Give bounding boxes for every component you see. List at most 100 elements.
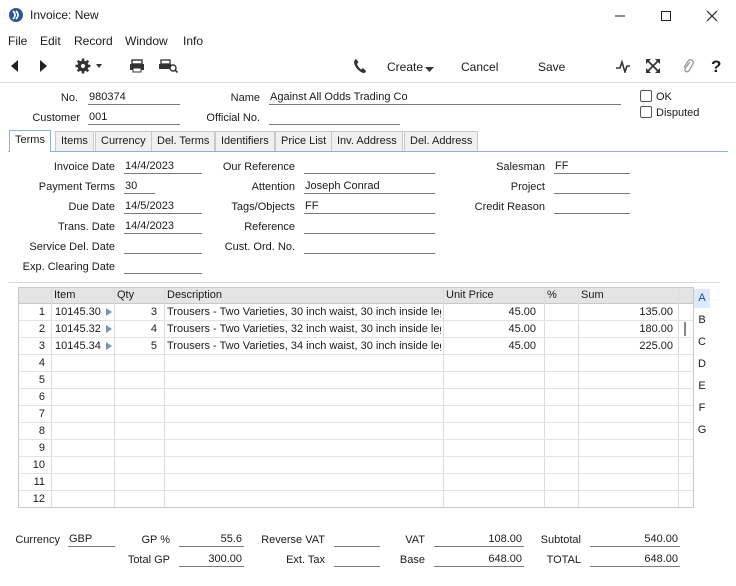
total-field[interactable]: 648.00 bbox=[590, 553, 680, 567]
grid-header-sum[interactable]: Sum bbox=[581, 289, 604, 301]
grid-cell-qty[interactable]: 3 bbox=[117, 306, 157, 318]
close-icon[interactable] bbox=[692, 4, 732, 28]
table-row[interactable]: 8 bbox=[19, 423, 693, 440]
grid-cell-description[interactable]: Trousers - Two Varieties, 30 inch waist,… bbox=[167, 306, 441, 318]
grid-cell-unit-price[interactable]: 45.00 bbox=[446, 306, 536, 318]
ext-tax-field[interactable] bbox=[334, 553, 380, 567]
minimize-icon[interactable] bbox=[600, 4, 640, 28]
grid-cell-qty[interactable]: 4 bbox=[117, 323, 157, 335]
grid-header-description[interactable]: Description bbox=[167, 289, 222, 301]
grid-cell-item[interactable]: 10145.34 bbox=[55, 340, 105, 352]
grid-cell-sum[interactable]: 180.00 bbox=[581, 323, 673, 335]
gear-icon[interactable] bbox=[75, 58, 105, 77]
project-field[interactable] bbox=[554, 180, 630, 194]
official-no-field[interactable] bbox=[269, 111, 400, 125]
grid-header-unit-price[interactable]: Unit Price bbox=[446, 289, 494, 301]
grid-side-tab-a[interactable]: A bbox=[694, 289, 710, 308]
forward-arrow-icon[interactable] bbox=[37, 59, 49, 76]
table-row[interactable]: 10 bbox=[19, 457, 693, 474]
our-reference-field[interactable] bbox=[304, 160, 435, 174]
grid-side-tab-b[interactable]: B bbox=[694, 311, 710, 330]
tab-inv-address[interactable]: Inv. Address bbox=[331, 131, 403, 151]
grid-side-tab-d[interactable]: D bbox=[694, 355, 710, 374]
table-row[interactable]: 11 bbox=[19, 474, 693, 491]
subtotal-field[interactable]: 540.00 bbox=[590, 533, 680, 547]
salesman-field[interactable]: FF bbox=[554, 160, 630, 174]
cancel-button[interactable]: Cancel bbox=[461, 60, 498, 74]
menu-record[interactable]: Record bbox=[74, 34, 113, 48]
attention-field[interactable]: Joseph Conrad bbox=[304, 180, 435, 194]
tab-del-address[interactable]: Del. Address bbox=[404, 131, 479, 151]
trans-date-field[interactable]: 14/4/2023 bbox=[124, 220, 202, 234]
tab-del-terms[interactable]: Del. Terms bbox=[151, 131, 216, 151]
table-row[interactable]: 9 bbox=[19, 440, 693, 457]
expand-icon[interactable] bbox=[646, 59, 660, 76]
table-row[interactable]: 6 bbox=[19, 389, 693, 406]
grid-side-tab-g[interactable]: G bbox=[694, 421, 710, 440]
vat-field[interactable]: 108.00 bbox=[434, 533, 524, 547]
grid-header-item[interactable]: Item bbox=[54, 289, 75, 301]
phone-icon[interactable] bbox=[353, 58, 367, 77]
chevron-down-icon[interactable] bbox=[425, 64, 434, 76]
item-lookup-arrow-icon[interactable] bbox=[106, 342, 112, 350]
save-button[interactable]: Save bbox=[538, 60, 565, 74]
grid-header-qty[interactable]: Qty bbox=[117, 289, 134, 301]
tab-price-list[interactable]: Price List bbox=[275, 131, 333, 151]
item-lookup-arrow-icon[interactable] bbox=[106, 325, 112, 333]
attachment-icon[interactable] bbox=[682, 58, 694, 77]
menu-edit[interactable]: Edit bbox=[40, 34, 61, 48]
due-date-field[interactable]: 14/5/2023 bbox=[124, 200, 202, 214]
maximize-icon[interactable] bbox=[646, 4, 686, 28]
grid-cell-unit-price[interactable]: 45.00 bbox=[446, 340, 536, 352]
reference-field[interactable] bbox=[304, 220, 435, 234]
invoice-date-field[interactable]: 14/4/2023 bbox=[124, 160, 202, 174]
activity-icon[interactable] bbox=[616, 59, 630, 76]
table-row[interactable]: 1 10145.30 3 Trousers - Two Varieties, 30 i… bbox=[19, 304, 693, 321]
grid-side-tab-e[interactable]: E bbox=[694, 377, 710, 396]
customer-field[interactable]: 001 bbox=[88, 111, 180, 125]
total-gp-field[interactable]: 300.00 bbox=[179, 553, 244, 567]
items-grid[interactable]: Item Qty Description Unit Price % Sum 11… bbox=[18, 287, 694, 508]
tab-items[interactable]: Items bbox=[55, 131, 94, 151]
payment-terms-field[interactable]: 30 bbox=[124, 180, 155, 194]
create-button[interactable]: Create bbox=[387, 60, 423, 74]
table-row[interactable]: 3 10145.34 5 Trousers - Two Varieties, 34 i… bbox=[19, 338, 693, 355]
exp-clearing-date-field[interactable] bbox=[124, 260, 202, 274]
ok-checkbox[interactable] bbox=[640, 90, 652, 102]
grid-scroll-indicator[interactable] bbox=[684, 322, 686, 336]
menu-info[interactable]: Info bbox=[183, 34, 203, 48]
name-field[interactable]: Against All Odds Trading Co bbox=[269, 91, 621, 105]
grid-side-tab-c[interactable]: C bbox=[694, 333, 710, 352]
tags-objects-field[interactable]: FF bbox=[304, 200, 435, 214]
cust-ord-no-field[interactable] bbox=[304, 240, 435, 254]
menu-window[interactable]: Window bbox=[125, 34, 168, 48]
table-row[interactable]: 2 10145.32 4 Trousers - Two Varieties, 32 i… bbox=[19, 321, 693, 338]
grid-header-percent[interactable]: % bbox=[547, 289, 557, 301]
reverse-vat-field[interactable] bbox=[334, 533, 380, 547]
grid-cell-unit-price[interactable]: 45.00 bbox=[446, 323, 536, 335]
table-row[interactable]: 12 bbox=[19, 491, 693, 507]
grid-cell-item[interactable]: 10145.30 bbox=[55, 306, 105, 318]
service-del-date-field[interactable] bbox=[124, 240, 202, 254]
table-row[interactable]: 5 bbox=[19, 372, 693, 389]
table-row[interactable]: 7 bbox=[19, 406, 693, 423]
credit-reason-field[interactable] bbox=[554, 200, 630, 214]
no-field[interactable]: 980374 bbox=[88, 91, 180, 105]
base-field[interactable]: 648.00 bbox=[434, 553, 524, 567]
tab-currency[interactable]: Currency bbox=[95, 131, 152, 151]
print-icon[interactable] bbox=[129, 59, 145, 76]
grid-cell-sum[interactable]: 225.00 bbox=[581, 340, 673, 352]
table-row[interactable]: 4 bbox=[19, 355, 693, 372]
tab-identifiers[interactable]: Identifiers bbox=[215, 131, 275, 151]
tab-terms[interactable]: Terms bbox=[9, 130, 51, 152]
grid-cell-qty[interactable]: 5 bbox=[117, 340, 157, 352]
disputed-checkbox[interactable] bbox=[640, 106, 652, 118]
currency-field[interactable]: GBP bbox=[68, 533, 115, 547]
print-preview-icon[interactable] bbox=[158, 59, 179, 76]
grid-side-tab-f[interactable]: F bbox=[694, 399, 710, 418]
grid-cell-description[interactable]: Trousers - Two Varieties, 32 inch waist,… bbox=[167, 323, 441, 335]
grid-cell-description[interactable]: Trousers - Two Varieties, 34 inch waist,… bbox=[167, 340, 441, 352]
gp-percent-field[interactable]: 55.6 bbox=[179, 533, 244, 547]
grid-cell-sum[interactable]: 135.00 bbox=[581, 306, 673, 318]
help-button[interactable]: ? bbox=[711, 57, 721, 77]
